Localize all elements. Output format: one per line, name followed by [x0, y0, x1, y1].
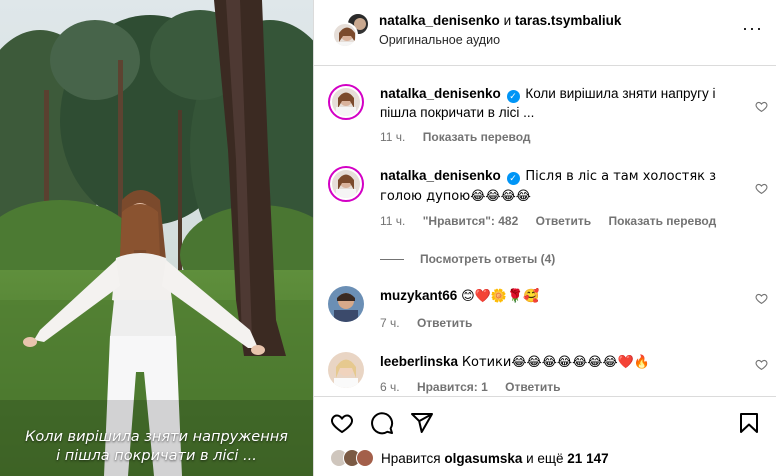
- comment-body: natalka_denisenko ✓ Коли вирішила зняти …: [380, 84, 720, 122]
- reel-post-dialog: Коли вирішила зняти напруження і пішла п…: [0, 0, 776, 476]
- comment-likes[interactable]: "Нравится": 482: [423, 214, 519, 228]
- liked-by-prefix: Нравится: [381, 450, 445, 466]
- avatar: [356, 449, 374, 467]
- like-comment-heart-icon[interactable]: [755, 100, 768, 113]
- comment-meta: 11 ч. "Нравится": 482 Ответить Показать …: [380, 214, 730, 228]
- comment-item: natalka_denisenko ✓ Коли вирішила зняти …: [328, 84, 768, 154]
- comments-list: natalka_denisenko ✓ Коли вирішила зняти …: [314, 66, 776, 396]
- comment-meta: 7 ч. Ответить: [380, 316, 486, 330]
- comment-body: natalka_denisenko ✓ Після в ліс а там хо…: [380, 166, 720, 206]
- view-replies-button[interactable]: Посмотреть ответы (4): [380, 252, 555, 266]
- like-comment-heart-icon[interactable]: [755, 358, 768, 371]
- comment-text: Котики😂😂😂😂😂😂😂❤️🔥: [461, 355, 651, 370]
- view-replies-label: Посмотреть ответы (4): [420, 252, 556, 266]
- share-send-icon[interactable]: [410, 411, 434, 435]
- comment-time[interactable]: 11 ч.: [380, 214, 405, 228]
- caption-line-2: і пішла покричати в лісі ...: [56, 448, 257, 464]
- comment-time[interactable]: 7 ч.: [380, 316, 400, 330]
- like-comment-heart-icon[interactable]: [755, 182, 768, 195]
- comment-meta: 11 ч. Показать перевод: [380, 130, 545, 144]
- comment-text: 😊❤️🌼🌹🥰: [461, 289, 540, 304]
- post-authors: natalka_denisenko и taras.tsymbaliuk: [379, 13, 621, 28]
- comment-meta: 6 ч. Нравится: 1 Ответить: [380, 380, 575, 394]
- like-comment-heart-icon[interactable]: [755, 292, 768, 305]
- reply-button[interactable]: Ответить: [417, 316, 472, 330]
- more-options-icon[interactable]: ···: [742, 18, 763, 39]
- comment-avatar[interactable]: [328, 286, 364, 322]
- author-link-1[interactable]: natalka_denisenko: [379, 13, 500, 28]
- comment-item: muzykant66 😊❤️🌼🌹🥰 7 ч. Ответить: [328, 286, 768, 336]
- comment-username[interactable]: natalka_denisenko: [380, 86, 501, 101]
- translate-link[interactable]: Показать перевод: [423, 130, 531, 144]
- post-header: natalka_denisenko и taras.tsymbaliuk Ори…: [314, 0, 776, 66]
- comment-body: muzykant66 😊❤️🌼🌹🥰: [380, 286, 720, 306]
- comment-body: leeberlinska Котики😂😂😂😂😂😂😂❤️🔥: [380, 352, 720, 372]
- video-player[interactable]: Коли вирішила зняти напруження і пішла п…: [0, 0, 313, 476]
- comment-avatar[interactable]: [328, 84, 364, 120]
- post-actions: Нравится olgasumska и ещё 21 147: [314, 396, 776, 476]
- post-side-panel: natalka_denisenko и taras.tsymbaliuk Ори…: [313, 0, 776, 476]
- comment-username[interactable]: leeberlinska: [380, 354, 458, 369]
- liked-by-text: Нравится olgasumska и ещё 21 147: [381, 451, 609, 466]
- video-caption: Коли вирішила зняти напруження і пішла п…: [0, 428, 313, 466]
- comment-username[interactable]: muzykant66: [380, 288, 457, 303]
- video-frame: [0, 0, 313, 476]
- comment-time[interactable]: 6 ч.: [380, 380, 400, 394]
- comment-likes[interactable]: Нравится: 1: [417, 380, 488, 394]
- verified-badge-icon: ✓: [506, 172, 520, 185]
- comment-avatar[interactable]: [328, 166, 364, 202]
- liked-by-user-link[interactable]: olgasumska: [444, 451, 522, 466]
- reply-button[interactable]: Ответить: [536, 214, 591, 228]
- like-heart-icon[interactable]: [330, 411, 354, 435]
- comment-item: leeberlinska Котики😂😂😂😂😂😂😂❤️🔥 6 ч. Нрави…: [328, 352, 768, 396]
- divider-line: [380, 258, 404, 260]
- save-bookmark-icon[interactable]: [737, 411, 761, 435]
- avatar: [332, 22, 358, 48]
- likes-count-link[interactable]: 21 147: [567, 451, 608, 466]
- comment-item: natalka_denisenko ✓ Після в ліс а там хо…: [328, 166, 768, 236]
- comment-time[interactable]: 11 ч.: [380, 130, 405, 144]
- comment-avatar[interactable]: [328, 352, 364, 388]
- comment-username[interactable]: natalka_denisenko: [380, 168, 501, 183]
- comment-bubble-icon[interactable]: [370, 411, 394, 435]
- author-link-2[interactable]: taras.tsymbaliuk: [515, 13, 622, 28]
- translate-link[interactable]: Показать перевод: [608, 214, 716, 228]
- reply-button[interactable]: Ответить: [505, 380, 560, 394]
- collab-avatars[interactable]: [332, 12, 376, 52]
- author-conjunction: и: [499, 13, 515, 28]
- audio-link[interactable]: Оригинальное аудио: [379, 33, 500, 47]
- verified-badge-icon: ✓: [506, 90, 520, 103]
- liked-by-suffix: и ещё: [522, 450, 568, 466]
- liked-by-row: Нравится olgasumska и ещё 21 147: [330, 449, 609, 467]
- caption-line-1: Коли вирішила зняти напруження: [25, 429, 288, 445]
